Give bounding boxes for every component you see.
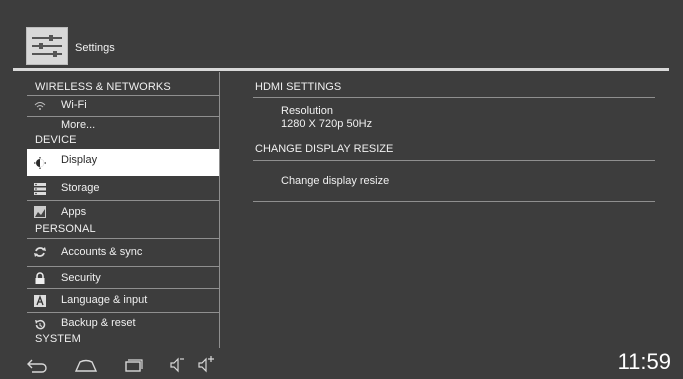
keyboard-a-icon — [34, 295, 46, 307]
sidebar-item-label: Display — [61, 154, 98, 166]
volume-down-icon[interactable] — [168, 356, 186, 374]
display-settings-panel: HDMI SETTINGS Resolution 1280 X 720p 50H… — [221, 72, 655, 348]
app-title: Settings — [75, 42, 115, 54]
sidebar-item-label: Security — [61, 272, 101, 284]
change-display-resize-item[interactable]: Change display resize — [253, 161, 655, 201]
sidebar-item-security[interactable]: Security — [27, 267, 219, 287]
divider — [253, 201, 655, 202]
sidebar-item-more[interactable]: More... — [27, 117, 219, 133]
resolution-setting[interactable]: Resolution 1280 X 720p 50Hz — [253, 98, 655, 142]
change-display-resize-label: Change display resize — [281, 175, 390, 187]
home-icon[interactable] — [74, 356, 98, 374]
sidebar-item-display[interactable]: Display — [27, 149, 219, 176]
header-divider — [13, 68, 669, 71]
category-system: SYSTEM — [35, 333, 81, 345]
sidebar-item-accounts-sync[interactable]: Accounts & sync — [27, 239, 219, 265]
sync-icon — [34, 247, 46, 257]
sidebar-item-label: More... — [61, 119, 96, 131]
lock-icon — [35, 272, 45, 284]
back-icon[interactable] — [26, 356, 48, 374]
resolution-title: Resolution — [281, 105, 333, 117]
backup-icon — [35, 319, 46, 330]
sidebar-item-label: Apps — [61, 206, 87, 218]
settings-sidebar: WIRELESS & NETWORKS Wi-Fi More... DEVICE… — [27, 72, 220, 348]
action-bar: Settings — [0, 0, 683, 71]
sidebar-item-label: Backup & reset — [61, 317, 136, 329]
category-wireless-networks: WIRELESS & NETWORKS — [35, 81, 171, 93]
sidebar-item-label: Wi-Fi — [61, 99, 87, 111]
volume-up-icon[interactable] — [196, 356, 216, 374]
storage-icon — [34, 183, 46, 195]
sidebar-item-label: Storage — [61, 182, 100, 194]
sidebar-item-apps[interactable]: Apps — [27, 201, 219, 221]
sidebar-item-language-input[interactable]: Language & input — [27, 289, 219, 311]
status-clock: 11:59 — [617, 349, 671, 374]
wifi-icon — [34, 102, 46, 110]
settings-sliders-icon — [26, 27, 68, 65]
recent-apps-icon[interactable] — [122, 356, 144, 374]
resolution-value: 1280 X 720p 50Hz — [281, 118, 373, 130]
apps-icon — [34, 206, 46, 218]
section-header-resize: CHANGE DISPLAY RESIZE — [255, 143, 394, 155]
sidebar-item-wifi[interactable]: Wi-Fi — [27, 96, 219, 116]
sidebar-item-label: Accounts & sync — [61, 246, 143, 258]
category-device: DEVICE — [35, 134, 77, 146]
sidebar-item-backup-reset[interactable]: Backup & reset — [27, 313, 219, 331]
sidebar-item-storage[interactable]: Storage — [27, 177, 219, 199]
section-header-hdmi: HDMI SETTINGS — [255, 81, 342, 93]
brightness-icon — [34, 157, 46, 169]
system-navigation-bar — [0, 348, 683, 379]
sidebar-item-label: Language & input — [61, 294, 148, 306]
category-personal: PERSONAL — [35, 223, 96, 235]
